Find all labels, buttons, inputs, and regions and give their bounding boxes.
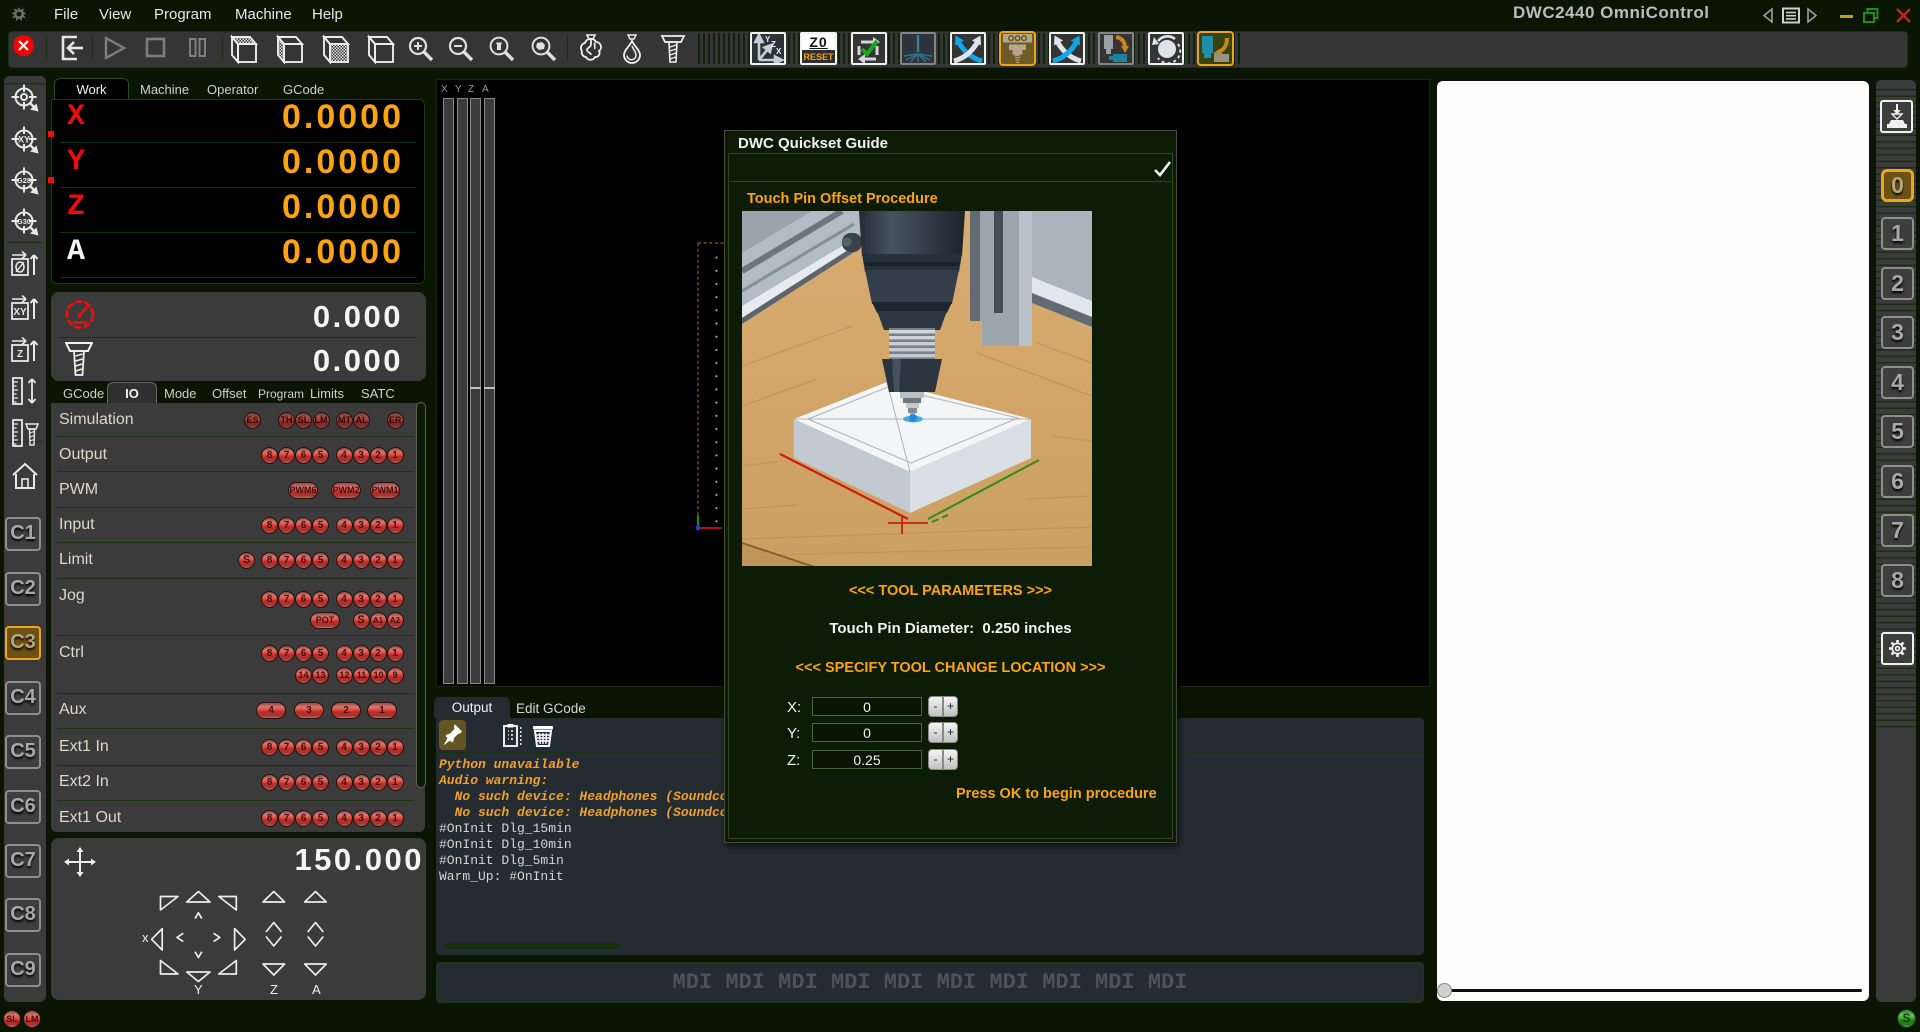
svg-text:X: X [776, 47, 782, 56]
svg-text:x: x [142, 930, 149, 945]
svg-text:G28: G28 [17, 176, 31, 185]
svg-text:XY: XY [13, 307, 27, 318]
svg-text:G30: G30 [17, 217, 31, 226]
svg-text:Z: Z [17, 349, 23, 360]
svg-text:XY: XY [18, 135, 30, 145]
